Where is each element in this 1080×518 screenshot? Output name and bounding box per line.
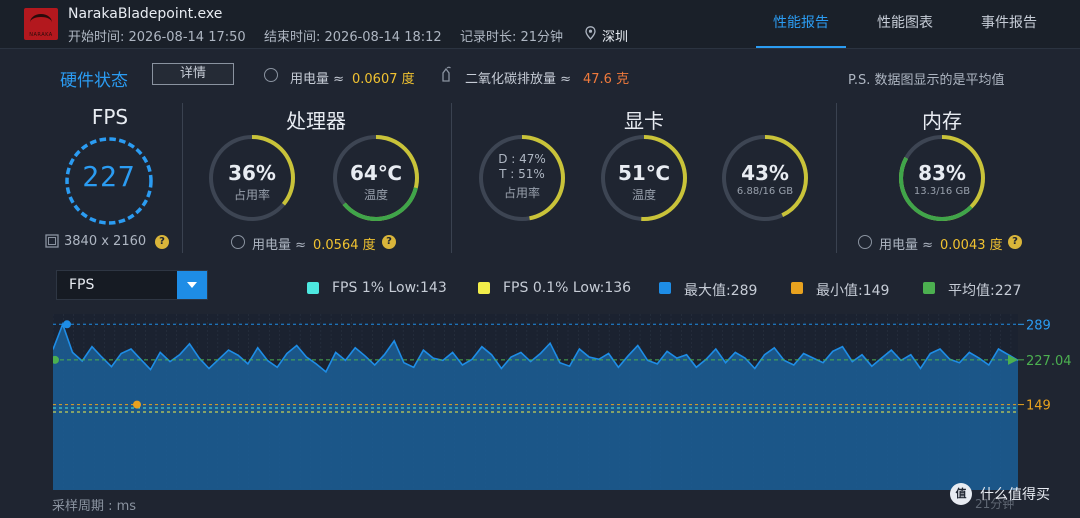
tab-event-report[interactable]: 事件报告 — [966, 0, 1052, 46]
cpu-power-value: 0.0564 度 — [313, 238, 376, 253]
memory-usage-value: 83% — [918, 161, 966, 185]
memory-power-label: 用电量 ≈ — [879, 238, 934, 253]
legend-swatch-avg — [923, 282, 935, 294]
divider — [836, 103, 837, 253]
fps-ring: 227 — [64, 136, 154, 226]
help-icon[interactable]: ? — [382, 235, 396, 249]
gpu-vram-label: 6.88/16 GB — [736, 186, 794, 197]
sample-period: 采样周期 : ms — [52, 499, 137, 514]
memory-usage-ring: 83% 13.3/16 GB — [897, 133, 987, 223]
cpu-usage-value: 36% — [228, 161, 276, 185]
watermark-logo: 值 — [950, 483, 972, 505]
cpu-power-label: 用电量 ≈ — [252, 238, 307, 253]
cpu-temp-value: 64℃ — [349, 161, 403, 185]
metric-select[interactable]: FPS — [56, 270, 208, 300]
help-icon[interactable]: ? — [1008, 235, 1022, 249]
legend-swatch-1pct-low — [307, 282, 319, 294]
legend-01pct-low: FPS 0.1% Low:136 — [503, 280, 632, 296]
end-time: 结束时间: 2026-08-14 18:12 — [264, 30, 442, 45]
gpu-temp-value: 51℃ — [617, 161, 671, 185]
chevron-down-icon — [187, 282, 197, 288]
location-pin-icon — [585, 26, 596, 40]
memory-usage-label: 13.3/16 GB — [913, 186, 971, 197]
resolution: 3840 x 2160 — [64, 234, 147, 249]
gpu-t-usage: T : 51% — [499, 167, 545, 181]
power-value: 0.0607 度 — [352, 72, 415, 87]
power-gauge-icon — [264, 68, 278, 82]
min-marker — [133, 400, 141, 409]
fps-value: 227 — [82, 160, 136, 193]
power-gauge-icon — [231, 235, 245, 249]
power-gauge-icon — [858, 235, 872, 249]
gpu-title: 显卡 — [624, 109, 664, 133]
legend-min: 最小值:149 — [816, 283, 890, 299]
y-tick-label: 289 — [1026, 318, 1051, 333]
average-note: P.S. 数据图显示的是平均值 — [848, 73, 1005, 88]
metric-select-value: FPS — [69, 277, 95, 293]
legend-swatch-01pct-low — [478, 282, 490, 294]
co2-label: 二氧化碳排放量 ≈ — [465, 72, 572, 87]
details-button[interactable]: 详情 — [152, 63, 234, 85]
divider — [182, 103, 183, 253]
monitor-icon — [45, 234, 59, 248]
cpu-usage-ring: 36% 占用率 — [207, 133, 297, 223]
metric-dropdown-button[interactable] — [177, 271, 207, 299]
legend-avg: 平均值:227 — [948, 283, 1022, 299]
legend-swatch-max — [659, 282, 671, 294]
gpu-temp-ring: 51℃ 温度 — [599, 133, 689, 223]
power-label: 用电量 ≈ — [290, 72, 345, 87]
fps-chart: 289 227.04 149 — [53, 314, 1072, 490]
co2-value: 47.6 克 — [583, 72, 630, 87]
y-tick-label: 227.04 — [1026, 354, 1072, 369]
gpu-d-usage: D : 47% — [498, 152, 546, 166]
y-tick-label: 149 — [1026, 399, 1051, 414]
app-name: NarakaBladepoint.exe — [68, 6, 223, 22]
record-duration: 记录时长: 21分钟 — [460, 30, 564, 45]
help-icon[interactable]: ? — [155, 235, 169, 249]
cpu-temp-label: 温度 — [363, 188, 388, 202]
legend-swatch-min — [791, 282, 803, 294]
divider — [451, 103, 452, 253]
gpu-vram-ring: 43% 6.88/16 GB — [720, 133, 810, 223]
gpu-vram-value: 43% — [741, 161, 789, 185]
memory-power-value: 0.0043 度 — [940, 238, 1003, 253]
cpu-temp-ring: 64℃ 温度 — [331, 133, 421, 223]
app-logo-text: NARAKA — [29, 32, 53, 38]
max-marker — [63, 320, 71, 329]
legend-1pct-low: FPS 1% Low:143 — [332, 280, 447, 296]
location-label: 深圳 — [602, 30, 629, 45]
memory-title: 内存 — [922, 109, 962, 133]
legend-max: 最大值:289 — [684, 283, 758, 299]
app-logo: NARAKA — [24, 8, 58, 40]
hardware-status-title: 硬件状态 — [60, 71, 128, 91]
fps-title: FPS — [91, 105, 129, 129]
tab-performance-chart[interactable]: 性能图表 — [862, 0, 948, 46]
cpu-title: 处理器 — [286, 109, 346, 133]
watermark: 什么值得买 — [980, 487, 1050, 503]
tab-performance-report[interactable]: 性能报告 — [756, 0, 846, 48]
gpu-usage-label: 占用率 — [503, 186, 540, 200]
start-time: 开始时间: 2026-08-14 17:50 — [68, 30, 246, 45]
gpu-usage-ring: D : 47% T : 51% 占用率 — [477, 133, 567, 223]
gpu-temp-label: 温度 — [631, 188, 656, 202]
cpu-usage-label: 占用率 — [233, 188, 270, 202]
co2-icon — [442, 66, 451, 82]
